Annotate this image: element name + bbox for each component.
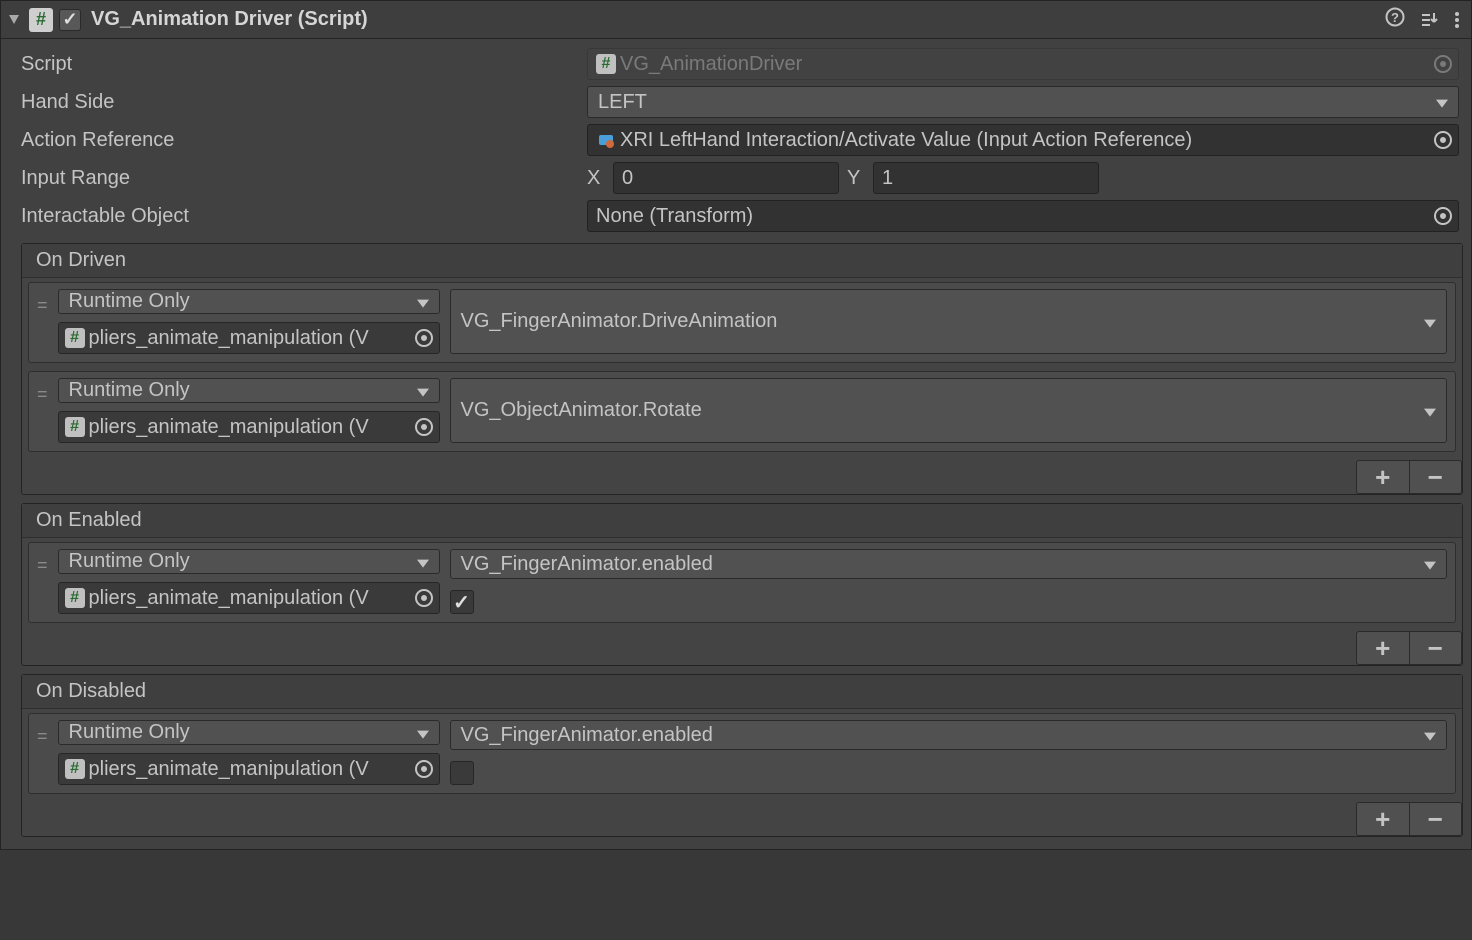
svg-text:?: ? xyxy=(1391,10,1399,25)
drag-handle-icon[interactable]: = xyxy=(37,378,48,443)
event-target-field[interactable]: # pliers_animate_manipulation (V xyxy=(58,582,440,614)
add-remove-buttons: + − xyxy=(1356,802,1462,836)
script-label: Script xyxy=(21,49,577,80)
x-label: X xyxy=(587,167,605,190)
more-icon[interactable] xyxy=(1453,10,1461,30)
call-state-dropdown[interactable]: Runtime Only xyxy=(58,378,440,403)
event-method-dropdown[interactable]: VG_FingerAnimator.DriveAnimation xyxy=(450,289,1447,354)
handside-dropdown[interactable]: LEFT xyxy=(587,86,1459,118)
call-state-dropdown[interactable]: Runtime Only xyxy=(58,289,440,314)
bool-arg-checkbox[interactable] xyxy=(450,590,474,614)
inputrange-x-field[interactable]: 0 xyxy=(613,162,839,194)
call-state-dropdown[interactable]: Runtime Only xyxy=(58,549,440,574)
component-title: VG_Animation Driver (Script) xyxy=(91,8,1379,31)
event-listener-item: = Runtime Only # pliers_animate_manipula… xyxy=(28,713,1456,794)
object-picker-icon[interactable] xyxy=(415,760,433,778)
script-icon: # xyxy=(29,8,53,32)
object-picker-icon[interactable] xyxy=(415,329,433,347)
csharp-icon: # xyxy=(65,328,85,348)
event-target-field[interactable]: # pliers_animate_manipulation (V xyxy=(58,322,440,354)
add-listener-button[interactable]: + xyxy=(1357,461,1410,493)
actionref-label: Action Reference xyxy=(21,125,577,156)
call-state-dropdown[interactable]: Runtime Only xyxy=(58,720,440,745)
event-listener-item: = Runtime Only # pliers_animate_manipula… xyxy=(28,282,1456,363)
input-action-icon xyxy=(596,130,616,150)
object-picker-icon[interactable] xyxy=(1434,207,1452,225)
component-enabled-checkbox[interactable] xyxy=(59,9,81,31)
actionref-field[interactable]: XRI LeftHand Interaction/Activate Value … xyxy=(587,124,1459,156)
csharp-icon: # xyxy=(65,759,85,779)
event-method-dropdown[interactable]: VG_FingerAnimator.enabled xyxy=(450,720,1447,750)
event-header: On Driven xyxy=(22,244,1462,278)
inputrange-y-field[interactable]: 1 xyxy=(873,162,1099,194)
event-target-field[interactable]: # pliers_animate_manipulation (V xyxy=(58,411,440,443)
bool-arg-checkbox[interactable] xyxy=(450,761,474,785)
object-picker-icon[interactable] xyxy=(415,418,433,436)
object-picker-icon[interactable] xyxy=(415,589,433,607)
add-remove-buttons: + − xyxy=(1356,460,1462,494)
script-field: # VG_AnimationDriver xyxy=(587,48,1459,80)
drag-handle-icon[interactable]: = xyxy=(37,720,48,785)
drag-handle-icon[interactable]: = xyxy=(37,549,48,614)
csharp-icon: # xyxy=(65,417,85,437)
remove-listener-button[interactable]: − xyxy=(1410,803,1462,835)
event-section-ondriven: On Driven = Runtime Only # pliers_animat… xyxy=(21,243,1463,495)
remove-listener-button[interactable]: − xyxy=(1410,632,1462,664)
csharp-icon: # xyxy=(65,588,85,608)
event-method-dropdown[interactable]: VG_FingerAnimator.enabled xyxy=(450,549,1447,579)
interactableobj-label: Interactable Object xyxy=(21,201,577,232)
add-remove-buttons: + − xyxy=(1356,631,1462,665)
event-method-dropdown[interactable]: VG_ObjectAnimator.Rotate xyxy=(450,378,1447,443)
event-header: On Disabled xyxy=(22,675,1462,709)
csharp-icon: # xyxy=(596,54,616,74)
remove-listener-button[interactable]: − xyxy=(1410,461,1462,493)
inputrange-label: Input Range xyxy=(21,163,577,194)
interactableobj-field[interactable]: None (Transform) xyxy=(587,200,1459,232)
foldout-icon[interactable] xyxy=(9,15,19,24)
handside-label: Hand Side xyxy=(21,87,577,118)
preset-icon[interactable] xyxy=(1419,10,1439,30)
help-icon[interactable]: ? xyxy=(1385,7,1405,33)
event-target-field[interactable]: # pliers_animate_manipulation (V xyxy=(58,753,440,785)
y-label: Y xyxy=(847,167,865,190)
drag-handle-icon[interactable]: = xyxy=(37,289,48,354)
add-listener-button[interactable]: + xyxy=(1357,803,1410,835)
component-header[interactable]: # VG_Animation Driver (Script) ? xyxy=(1,1,1471,39)
event-listener-item: = Runtime Only # pliers_animate_manipula… xyxy=(28,371,1456,452)
object-picker-icon xyxy=(1434,55,1452,73)
event-section-ondisabled: On Disabled = Runtime Only # pliers_anim… xyxy=(21,674,1463,837)
event-header: On Enabled xyxy=(22,504,1462,538)
add-listener-button[interactable]: + xyxy=(1357,632,1410,664)
object-picker-icon[interactable] xyxy=(1434,131,1452,149)
event-section-onenabled: On Enabled = Runtime Only # pliers_anima… xyxy=(21,503,1463,666)
event-listener-item: = Runtime Only # pliers_animate_manipula… xyxy=(28,542,1456,623)
